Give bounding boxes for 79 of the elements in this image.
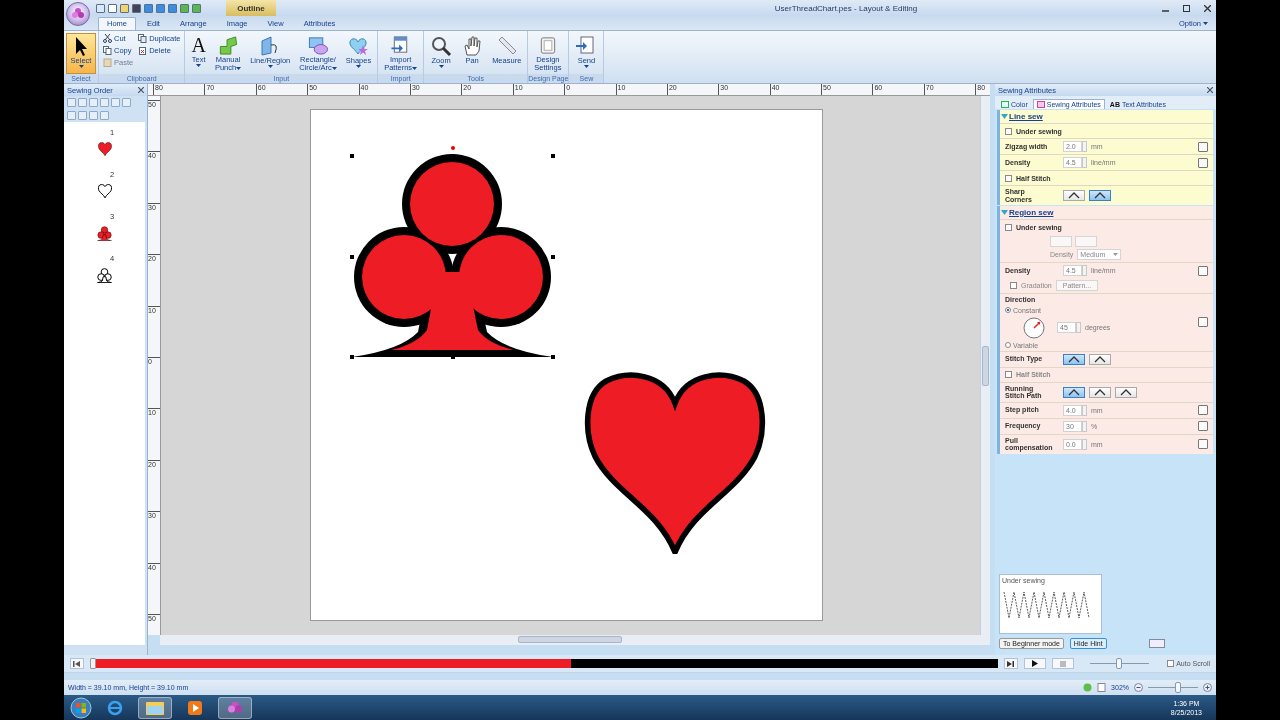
selection-handle[interactable]: [450, 355, 455, 359]
scissors-icon: [103, 34, 112, 43]
selection-handle[interactable]: [450, 154, 455, 158]
option-button[interactable]: [1063, 190, 1085, 201]
bent-shape-icon: [217, 35, 240, 56]
close-icon: [1203, 4, 1211, 12]
reset-button[interactable]: [1198, 317, 1208, 328]
option-button[interactable]: [1063, 386, 1085, 398]
zoom-in-icon[interactable]: [1203, 683, 1212, 692]
delete-icon: [138, 46, 148, 55]
play-icon: [1031, 660, 1038, 667]
settings-icon[interactable]: [1148, 639, 1165, 648]
section-title: Region sew: [1009, 208, 1054, 217]
stitch-icon: [1094, 388, 1106, 396]
maximize-icon: [1182, 4, 1190, 12]
circle-icon: [1083, 683, 1093, 692]
stitch-icon: [1120, 388, 1132, 396]
section-title: Line sew: [1009, 112, 1043, 121]
context-tab-label: Outline: [226, 0, 276, 16]
checkbox[interactable]: [1005, 174, 1012, 182]
angle-dial-icon: [1023, 316, 1045, 339]
browser-icon: [107, 699, 123, 716]
copy-icon: [103, 46, 112, 55]
flower-icon: [71, 7, 85, 21]
folder-icon: [146, 700, 164, 715]
option-button[interactable]: [1089, 353, 1111, 365]
reset-button[interactable]: [1198, 141, 1208, 152]
slider-thumb[interactable]: [1175, 682, 1181, 693]
selection-handle[interactable]: [551, 355, 555, 359]
magnifier-icon: [430, 35, 453, 57]
reset-button[interactable]: [1198, 157, 1208, 168]
play-button[interactable]: [1023, 658, 1046, 669]
skip-end-icon: [1007, 660, 1015, 667]
rotation-handle[interactable]: [450, 146, 455, 150]
caret-icon: [1113, 253, 1119, 256]
expand-triangle-icon[interactable]: [1001, 113, 1008, 120]
skip-start-icon: [73, 660, 81, 667]
start-button[interactable]: [70, 696, 92, 719]
selection-handle[interactable]: [350, 254, 354, 259]
taskbar-button[interactable]: [138, 696, 172, 719]
horizontal-scrollbar[interactable]: [160, 635, 990, 645]
stitch-icon: [1068, 192, 1080, 199]
heart-star-icon: [347, 35, 370, 57]
checkbox[interactable]: [1010, 282, 1017, 289]
zoom-out-icon[interactable]: [1134, 683, 1143, 692]
stitch-icon: [1068, 388, 1080, 396]
option-button[interactable]: [1115, 386, 1137, 398]
expand-triangle-icon[interactable]: [1001, 209, 1008, 216]
stitch-icon: [1068, 355, 1080, 363]
tab-icon: [1001, 101, 1009, 108]
option-button[interactable]: [1089, 190, 1111, 201]
checkbox[interactable]: [1005, 127, 1012, 135]
stop-icon: [1059, 660, 1066, 667]
vertical-scrollbar[interactable]: [980, 96, 990, 635]
hand-icon: [461, 35, 484, 57]
option-button[interactable]: [1063, 353, 1085, 365]
skip-start-button[interactable]: [70, 658, 84, 669]
document-icon: [1097, 683, 1107, 692]
checkbox[interactable]: [1005, 223, 1012, 231]
reset-button[interactable]: [1198, 265, 1208, 276]
stitch-icon: [1094, 355, 1106, 363]
close-icon[interactable]: [1207, 87, 1213, 93]
window-title: UserThreadChart.pes - Layout & Editing: [773, 3, 919, 13]
selection-handle[interactable]: [350, 154, 354, 158]
duplicate-icon: [138, 34, 148, 43]
selection-handle[interactable]: [551, 254, 555, 259]
option-button[interactable]: [1089, 386, 1111, 398]
progress-thumb[interactable]: [89, 658, 96, 669]
close-icon[interactable]: [138, 87, 144, 93]
skip-end-button[interactable]: [1003, 658, 1018, 669]
media-player-icon: [188, 700, 202, 715]
caret-icon: [1203, 21, 1208, 25]
selection-handle[interactable]: [350, 355, 354, 359]
rectangle-ellipse-icon: [307, 35, 329, 56]
slider-thumb[interactable]: [1116, 658, 1123, 669]
tab-icon: [1036, 101, 1045, 108]
clipboard-icon: [103, 58, 112, 67]
selection-handle[interactable]: [551, 154, 555, 158]
stitch-icon: [1094, 192, 1106, 199]
